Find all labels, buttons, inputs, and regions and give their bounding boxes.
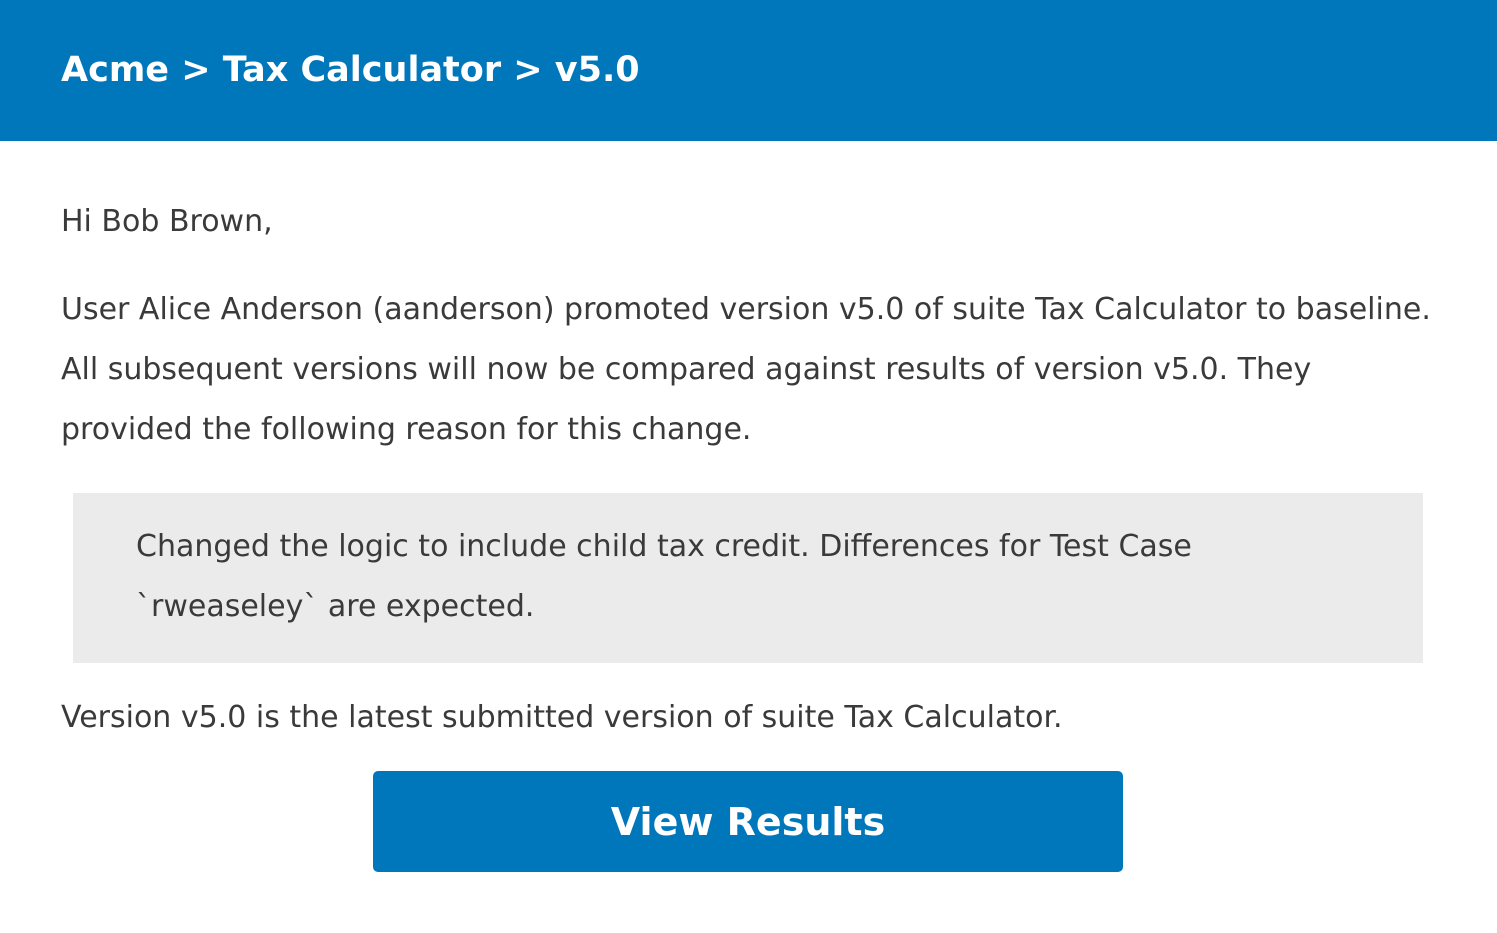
email-body: Hi Bob Brown, User Alice Anderson (aande… [61,195,1437,460]
reason-quote: Changed the logic to include child tax c… [73,493,1423,663]
latest-version-note: Version v5.0 is the latest submitted ver… [61,700,1063,735]
promotion-message: User Alice Anderson (aanderson) promoted… [61,292,1431,447]
breadcrumb: Acme > Tax Calculator > v5.0 [61,50,640,90]
view-results-button[interactable]: View Results [373,771,1123,872]
greeting-text: Hi Bob Brown, [61,204,273,239]
email-header: Acme > Tax Calculator > v5.0 [0,0,1497,141]
